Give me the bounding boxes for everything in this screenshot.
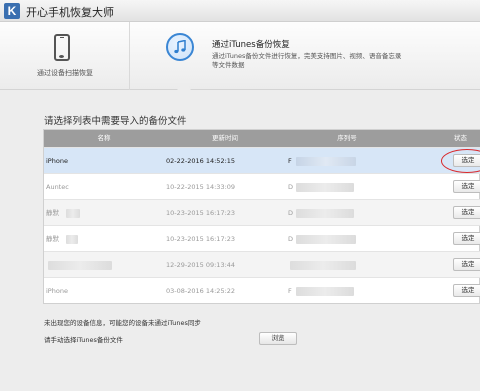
smartphone-icon <box>54 34 70 61</box>
row-update-time: 03-08-2016 14:25:22 <box>166 287 236 295</box>
column-header-time: 更新时间 <box>212 134 238 142</box>
table-header: 名称 更新时间 序列号 状态 <box>44 130 480 147</box>
redacted-name <box>66 235 78 244</box>
mode-itunes-desc-line: 通过iTunes备份文件进行恢复，完美支持图片、视频、语音备忘录 <box>212 52 402 60</box>
row-update-time: 02-22-2016 14:52:15 <box>166 157 236 165</box>
redacted-serial <box>296 157 356 166</box>
mode-itunes-desc-line: 等文件数据 <box>212 61 245 69</box>
select-backup-button[interactable]: 选定 <box>453 232 480 245</box>
redacted-serial <box>296 209 354 218</box>
redacted-name <box>66 209 80 218</box>
row-name: iPhone <box>46 287 68 295</box>
select-backup-button[interactable]: 选定 <box>453 284 480 297</box>
app-title: 开心手机恢复大师 <box>26 6 114 19</box>
mode-itunes-title: 通过iTunes备份恢复 <box>212 40 290 50</box>
redacted-name <box>48 261 112 270</box>
device-not-found-notice: 未出现您的设备信息，可能您的设备未通过iTunes同步 <box>44 319 201 327</box>
title-bar: K 开心手机恢复大师 <box>0 0 480 22</box>
mode-device-scan[interactable]: 通过设备扫描恢复 <box>0 22 130 90</box>
highlight-circle-annotation <box>441 149 480 173</box>
row-update-time: 12-29-2015 09:13:44 <box>166 261 236 269</box>
table-row[interactable]: iPhone 02-22-2016 14:52:15 F 选定 <box>44 147 480 173</box>
select-backup-button[interactable]: 选定 <box>453 206 480 219</box>
browse-button[interactable]: 浏览 <box>259 332 297 345</box>
table-row[interactable]: 12-29-2015 09:13:44 选定 <box>44 251 480 277</box>
table-row[interactable]: Auntec 10-22-2015 14:33:09 D 选定 <box>44 173 480 199</box>
recovery-mode-bar: 通过设备扫描恢复 通过iTunes备份恢复 通过iTunes备份文件进行恢复，完… <box>0 22 480 91</box>
itunes-music-icon <box>166 33 194 61</box>
row-name: Auntec <box>46 183 69 191</box>
select-backup-prompt: 请选择列表中需要导入的备份文件 <box>44 116 187 127</box>
column-header-serial: 序列号 <box>337 134 357 142</box>
row-update-time: 10-23-2015 16:17:23 <box>166 235 236 243</box>
table-row[interactable]: 静默 10-23-2015 16:17:23 D 选定 <box>44 199 480 225</box>
redacted-serial <box>296 183 354 192</box>
table-row[interactable]: 静默 10-23-2015 16:17:23 D 选定 <box>44 225 480 251</box>
mode-itunes-backup[interactable]: 通过iTunes备份恢复 通过iTunes备份文件进行恢复，完美支持图片、视频、… <box>130 22 480 91</box>
active-mode-indicator <box>176 83 192 91</box>
backup-table: 名称 更新时间 序列号 状态 iPhone 02-22-2016 14:52:1… <box>43 129 480 304</box>
row-update-time: 10-23-2015 16:17:23 <box>166 209 236 217</box>
mode-itunes-description: 通过iTunes备份文件进行恢复，完美支持图片、视频、语音备忘录 等文件数据 <box>212 52 432 70</box>
table-row[interactable]: iPhone 03-08-2016 14:25:22 F 选定 <box>44 277 480 303</box>
redacted-serial <box>296 287 354 296</box>
redacted-serial <box>290 261 356 270</box>
row-name: iPhone <box>46 157 68 165</box>
column-header-name: 名称 <box>97 134 111 142</box>
select-backup-button[interactable]: 选定 <box>453 180 480 193</box>
column-header-status: 状态 <box>454 134 467 142</box>
mode-device-label: 通过设备扫描恢复 <box>37 69 93 77</box>
manual-select-label: 请手动选择iTunes备份文件 <box>44 336 123 344</box>
redacted-serial <box>296 235 356 244</box>
app-logo-icon: K <box>4 3 20 19</box>
row-update-time: 10-22-2015 14:33:09 <box>166 183 236 191</box>
select-backup-button[interactable]: 选定 <box>453 258 480 271</box>
